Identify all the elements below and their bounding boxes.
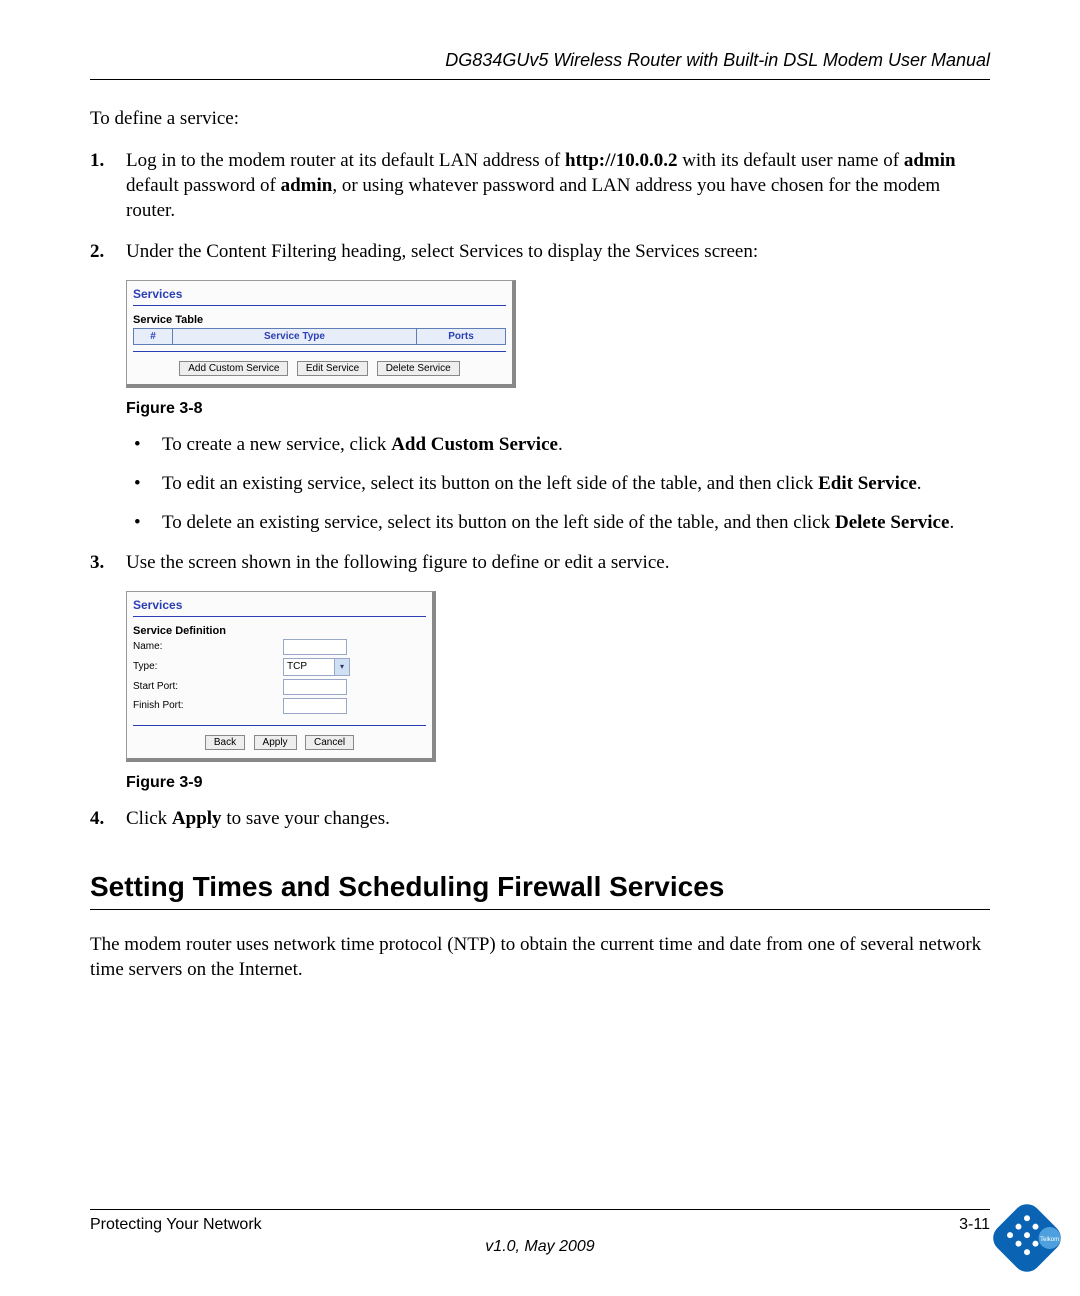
services-screen-figure: Services Service Table # Service Type Po… (126, 280, 516, 388)
name-row: Name: (133, 639, 426, 655)
step-number: 4. (90, 806, 104, 831)
t: . (949, 512, 954, 533)
footer-version: v1.0, May 2009 (90, 1238, 990, 1256)
telkom-text: Telkom (1040, 1237, 1059, 1243)
panel-title: Services (127, 592, 432, 614)
figure-3-8-caption: Figure 3-8 (126, 400, 990, 418)
divider (133, 351, 506, 352)
t: with its default user name of (677, 150, 903, 171)
service-table-label: Service Table (127, 314, 512, 328)
footer-chapter: Protecting Your Network (90, 1216, 262, 1234)
step-1-text: Log in to the modem router at its defaul… (126, 150, 956, 221)
apply-label: Apply (172, 808, 222, 829)
section-heading: Setting Times and Scheduling Firewall Se… (90, 871, 990, 903)
col-service-type: Service Type (173, 329, 417, 345)
service-table: # Service Type Ports (133, 328, 506, 345)
start-port-row: Start Port: (133, 679, 426, 695)
divider (133, 305, 506, 306)
t: default password of (126, 175, 281, 196)
intro-text: To define a service: (90, 108, 990, 130)
add-custom-service-button[interactable]: Add Custom Service (179, 361, 288, 376)
divider (133, 725, 426, 726)
apply-button[interactable]: Apply (254, 735, 297, 750)
t: To create a new service, click (162, 434, 391, 455)
service-definition-figure: Services Service Definition Name: Type: … (126, 591, 436, 762)
start-port-label: Start Port: (133, 681, 283, 692)
name-label: Name: (133, 641, 283, 652)
t: To edit an existing service, select its … (162, 473, 818, 494)
finish-port-input[interactable] (283, 698, 347, 714)
step-number: 3. (90, 550, 104, 575)
default-username: admin (904, 150, 956, 171)
default-password: admin (281, 175, 333, 196)
bullet-add: To create a new service, click Add Custo… (126, 432, 990, 457)
step-3-text: Use the screen shown in the following fi… (126, 552, 669, 573)
finish-port-row: Finish Port: (133, 698, 426, 714)
figure-3-9-caption: Figure 3-9 (126, 774, 990, 792)
delete-service-label: Delete Service (835, 512, 949, 533)
telkom-logo-icon: Telkom (988, 1199, 1066, 1282)
start-port-input[interactable] (283, 679, 347, 695)
step-4: 4. Click Apply to save your changes. (90, 806, 990, 831)
step-1: 1. Log in to the modem router at its def… (90, 148, 990, 223)
bullet-edit: To edit an existing service, select its … (126, 471, 990, 496)
step-2-text: Under the Content Filtering heading, sel… (126, 241, 758, 262)
t: Click (126, 808, 172, 829)
service-definition-label: Service Definition (127, 625, 432, 639)
add-custom-service-label: Add Custom Service (391, 434, 558, 455)
step-number: 2. (90, 239, 104, 264)
section-paragraph: The modem router uses network time proto… (90, 932, 990, 982)
t: . (558, 434, 563, 455)
page-footer: Protecting Your Network 3-11 v1.0, May 2… (90, 1201, 990, 1256)
type-select[interactable]: TCP ▾ (283, 658, 350, 676)
t: to save your changes. (222, 808, 390, 829)
t: . (917, 473, 922, 494)
section-rule (90, 909, 990, 910)
col-ports: Ports (417, 329, 506, 345)
delete-service-button[interactable]: Delete Service (377, 361, 460, 376)
type-label: Type: (133, 661, 283, 672)
manual-header-title: DG834GUv5 Wireless Router with Built-in … (90, 50, 990, 71)
step-2: 2. Under the Content Filtering heading, … (90, 239, 990, 264)
divider (133, 616, 426, 617)
back-button[interactable]: Back (205, 735, 245, 750)
type-value: TCP (287, 661, 307, 672)
default-lan-address: http://10.0.0.2 (565, 150, 677, 171)
t: Log in to the modem router at its defaul… (126, 150, 565, 171)
header-rule (90, 79, 990, 80)
type-row: Type: TCP ▾ (133, 658, 426, 676)
finish-port-label: Finish Port: (133, 700, 283, 711)
edit-service-label: Edit Service (818, 473, 917, 494)
footer-rule (90, 1209, 990, 1210)
step-number: 1. (90, 148, 104, 173)
chevron-down-icon: ▾ (334, 659, 349, 675)
footer-page-number: 3-11 (959, 1216, 990, 1234)
panel-title: Services (127, 281, 512, 303)
t: To delete an existing service, select it… (162, 512, 835, 533)
step-4-text: Click Apply to save your changes. (126, 808, 390, 829)
step-3: 3. Use the screen shown in the following… (90, 550, 990, 575)
bullet-delete: To delete an existing service, select it… (126, 510, 990, 535)
edit-service-button[interactable]: Edit Service (297, 361, 368, 376)
name-input[interactable] (283, 639, 347, 655)
cancel-button[interactable]: Cancel (305, 735, 354, 750)
col-index: # (134, 329, 173, 345)
